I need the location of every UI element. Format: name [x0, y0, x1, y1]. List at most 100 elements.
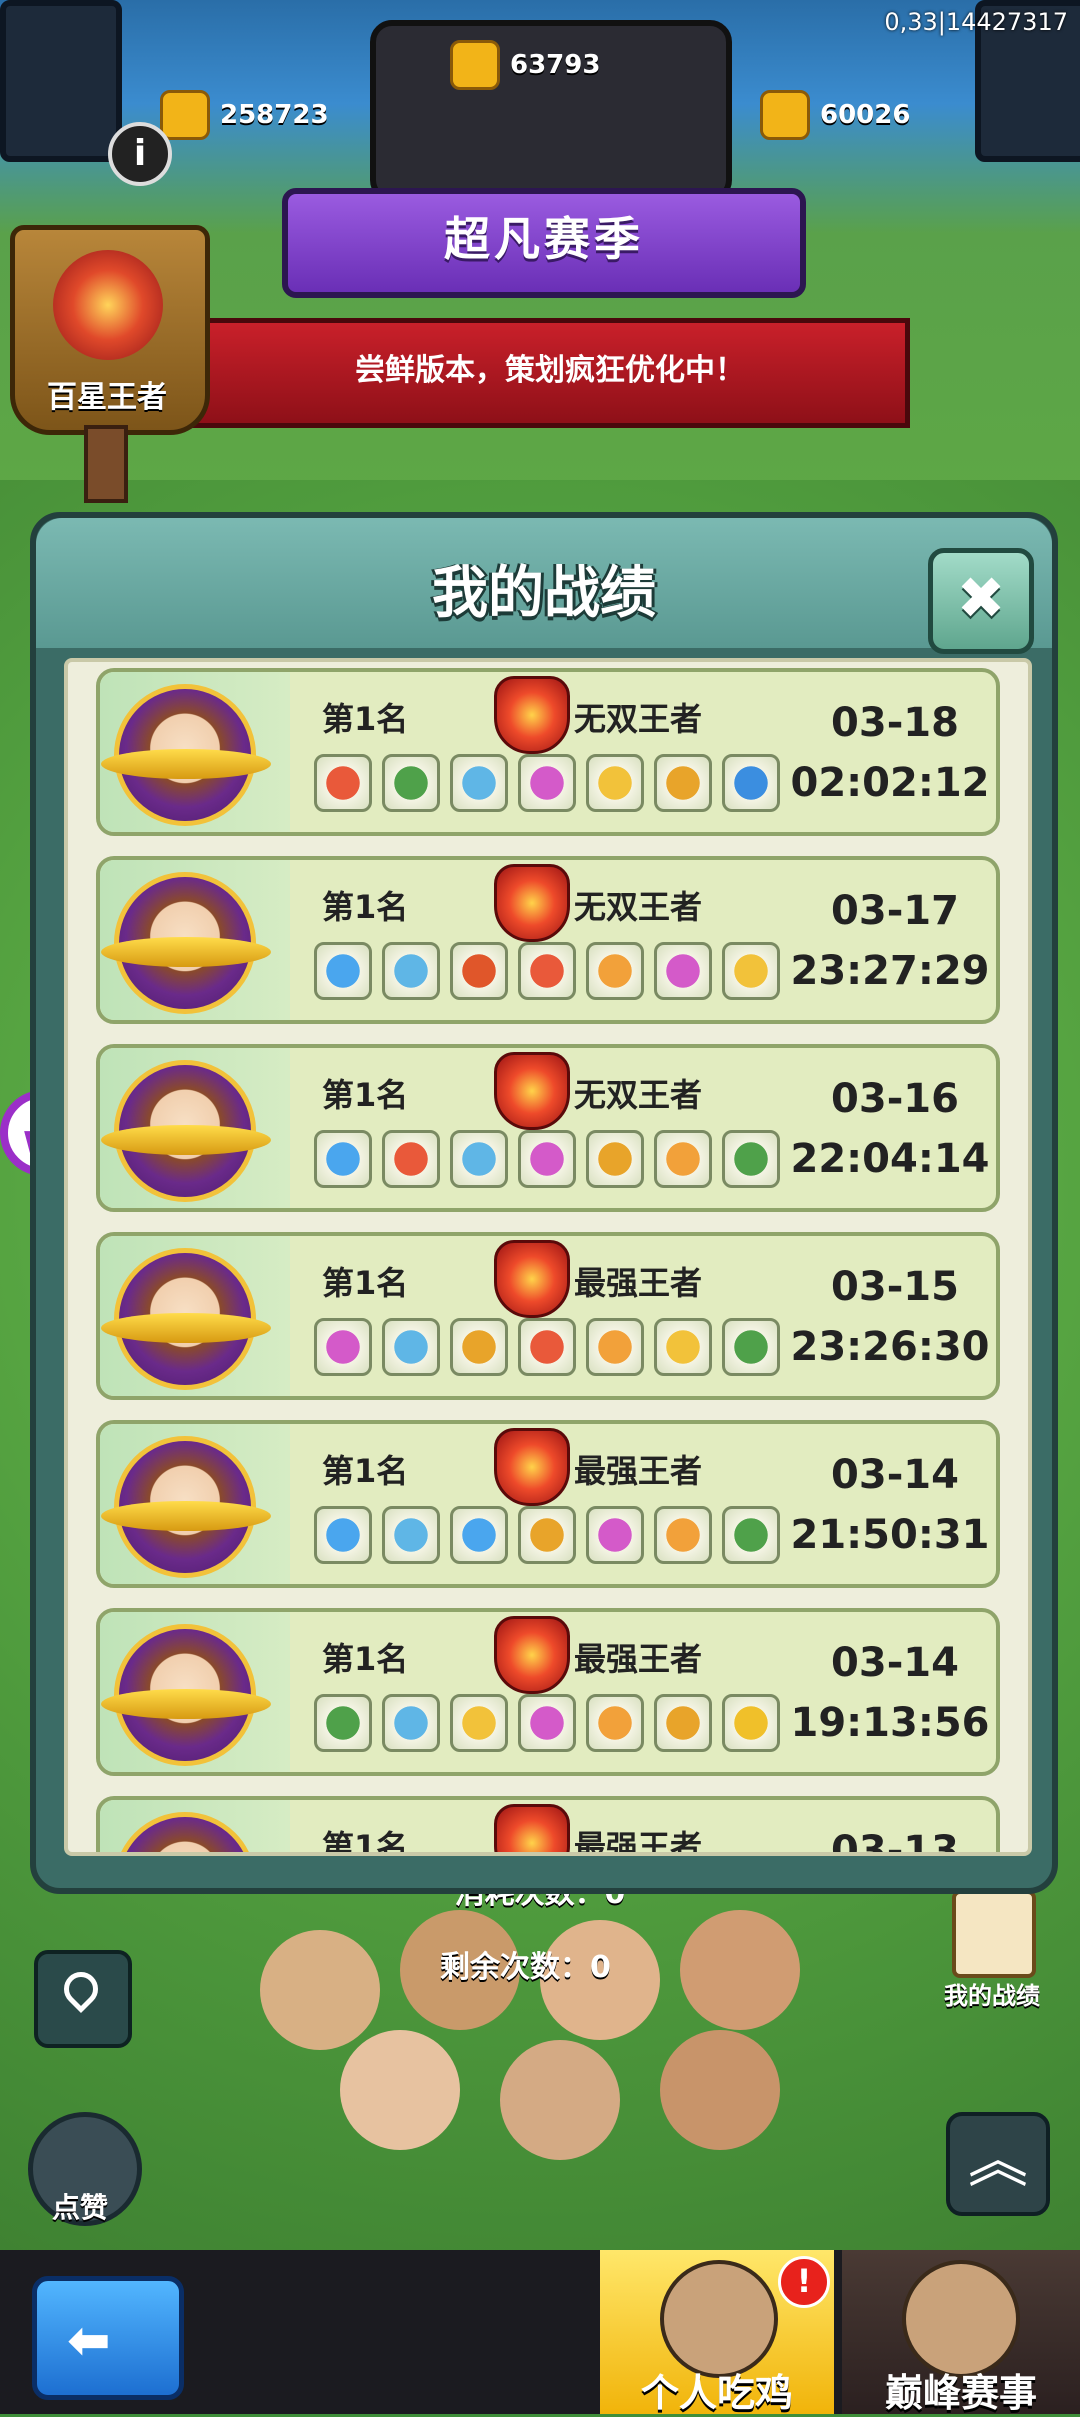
equipment-item-icon: [450, 1694, 508, 1752]
player-avatar: [101, 1436, 271, 1578]
coordinate-readout: 0,33|14427317: [884, 8, 1068, 36]
equipment-item-icon: [518, 1506, 576, 1564]
record-rank: 最强王者: [574, 1640, 703, 1678]
record-place: 第1名: [322, 1640, 409, 1678]
equipment-item-icon: [314, 942, 372, 1000]
player-avatar: [101, 872, 271, 1014]
thumb-up-icon: [760, 90, 810, 140]
equipment-item-icon: [654, 1318, 712, 1376]
equipment-item-icon: [382, 1694, 440, 1752]
like-value: 63793: [510, 50, 601, 80]
equipment-item-icon: [722, 1130, 780, 1188]
rank-badge-icon: [494, 864, 570, 942]
equipment-list: [314, 1506, 780, 1564]
character-sprite: [660, 2030, 780, 2150]
equipment-item-icon: [518, 1318, 576, 1376]
equipment-item-icon: [654, 754, 712, 812]
equipment-item-icon: [654, 1506, 712, 1564]
character-sprite: [260, 1930, 380, 2050]
record-row[interactable]: 第1名 最强王者 03-13: [96, 1796, 1000, 1856]
info-button[interactable]: i: [108, 122, 172, 186]
record-date: 03-16: [831, 1076, 959, 1122]
record-row[interactable]: 第1名 最强王者 03-14 21:50:31: [96, 1420, 1000, 1588]
like-count-center: 63793: [450, 40, 600, 90]
record-row[interactable]: 第1名 无双王者 03-17 23:27:29: [96, 856, 1000, 1024]
like-count-right: 60026: [760, 90, 910, 140]
equipment-item-icon: [518, 942, 576, 1000]
character-avatar-icon: [902, 2260, 1020, 2378]
equipment-item-icon: [382, 942, 440, 1000]
row-avatar-panel: [100, 860, 290, 1020]
equipment-item-icon: [518, 754, 576, 812]
equipment-list: [314, 754, 780, 812]
like-count-left: 258723: [160, 90, 329, 140]
rank-badge-icon: [494, 676, 570, 754]
close-button[interactable]: ✖: [928, 548, 1034, 654]
equipment-item-icon: [450, 942, 508, 1000]
rank-badge-icon: [494, 1428, 570, 1506]
back-button[interactable]: ⬅: [32, 2276, 184, 2400]
record-date: 03-15: [831, 1264, 959, 1310]
equipment-item-icon: [382, 754, 440, 812]
record-rank: 无双王者: [574, 888, 703, 926]
thumb-up-icon: [160, 90, 210, 140]
record-place: 第1名: [322, 1828, 409, 1856]
remaining-count: 剩余次数：0: [440, 1950, 611, 1985]
record-rank: 最强王者: [574, 1264, 703, 1302]
equipment-item-icon: [654, 1130, 712, 1188]
equipment-item-icon: [722, 1318, 780, 1376]
row-avatar-panel: [100, 672, 290, 832]
equipment-list: [314, 942, 780, 1000]
row-avatar-panel: [100, 1612, 290, 1772]
record-time: 23:27:29: [790, 948, 990, 994]
like-value: 60026: [820, 100, 911, 130]
equipment-item-icon: [722, 942, 780, 1000]
row-avatar-panel: [100, 1048, 290, 1208]
season-title[interactable]: 超凡赛季: [282, 188, 806, 298]
character-sprite: [680, 1910, 800, 2030]
row-avatar-panel: [100, 1236, 290, 1396]
equipment-item-icon: [722, 754, 780, 812]
my-record-button[interactable]: 我的战绩: [930, 1890, 1054, 2020]
location-pin-icon: [56, 1964, 106, 2014]
rank-badge-icon: [494, 1052, 570, 1130]
equipment-item-icon: [654, 942, 712, 1000]
record-row[interactable]: 第1名 最强王者 03-15 23:26:30: [96, 1232, 1000, 1400]
back-arrow-icon: ⬅: [67, 2311, 111, 2371]
equipment-item-icon: [450, 1506, 508, 1564]
record-row[interactable]: 第1名 无双王者 03-16 22:04:14: [96, 1044, 1000, 1212]
record-time: 19:13:56: [790, 1700, 990, 1746]
like-value: 258723: [220, 100, 329, 130]
record-row[interactable]: 第1名 最强王者 03-14 19:13:56: [96, 1608, 1000, 1776]
equipment-item-icon: [382, 1130, 440, 1188]
equipment-item-icon: [586, 1318, 644, 1376]
my-record-label: 我的战绩: [944, 1982, 1040, 2010]
equipment-item-icon: [654, 1694, 712, 1752]
equipment-list: [314, 1318, 780, 1376]
equipment-item-icon: [314, 1506, 372, 1564]
scroll-up-button[interactable]: ︽: [946, 2112, 1050, 2216]
equipment-item-icon: [518, 1130, 576, 1188]
equipment-item-icon: [314, 1130, 372, 1188]
record-date: 03-14: [831, 1640, 959, 1686]
equipment-item-icon: [314, 754, 372, 812]
rank-badge-icon: [494, 1804, 570, 1852]
character-sprite: [340, 2030, 460, 2150]
row-avatar-panel: [100, 1800, 290, 1852]
tab-peak-contest[interactable]: 巅峰赛事: [842, 2250, 1080, 2415]
equipment-item-icon: [450, 754, 508, 812]
my-record-dialog: 我的战绩 ✖ 第1名 无双王者 03-18 02:02:12 第1名 无双王者 …: [30, 512, 1058, 1894]
record-time: 21:50:31: [790, 1512, 990, 1558]
record-time: 02:02:12: [790, 760, 990, 806]
rank-shield-icon: [53, 250, 163, 360]
equipment-item-icon: [722, 1694, 780, 1752]
record-list: 第1名 无双王者 03-18 02:02:12 第1名 无双王者 03-17 2…: [96, 668, 1000, 1852]
location-button[interactable]: [34, 1950, 132, 2048]
record-place: 第1名: [322, 700, 409, 738]
record-row[interactable]: 第1名 无双王者 03-18 02:02:12: [96, 668, 1000, 836]
speaker-left: [0, 0, 122, 162]
record-list-container[interactable]: 第1名 无双王者 03-18 02:02:12 第1名 无双王者 03-17 2…: [64, 658, 1032, 1856]
character-sprite: [500, 2040, 620, 2160]
equipment-item-icon: [382, 1318, 440, 1376]
notification-badge: !: [778, 2256, 830, 2308]
